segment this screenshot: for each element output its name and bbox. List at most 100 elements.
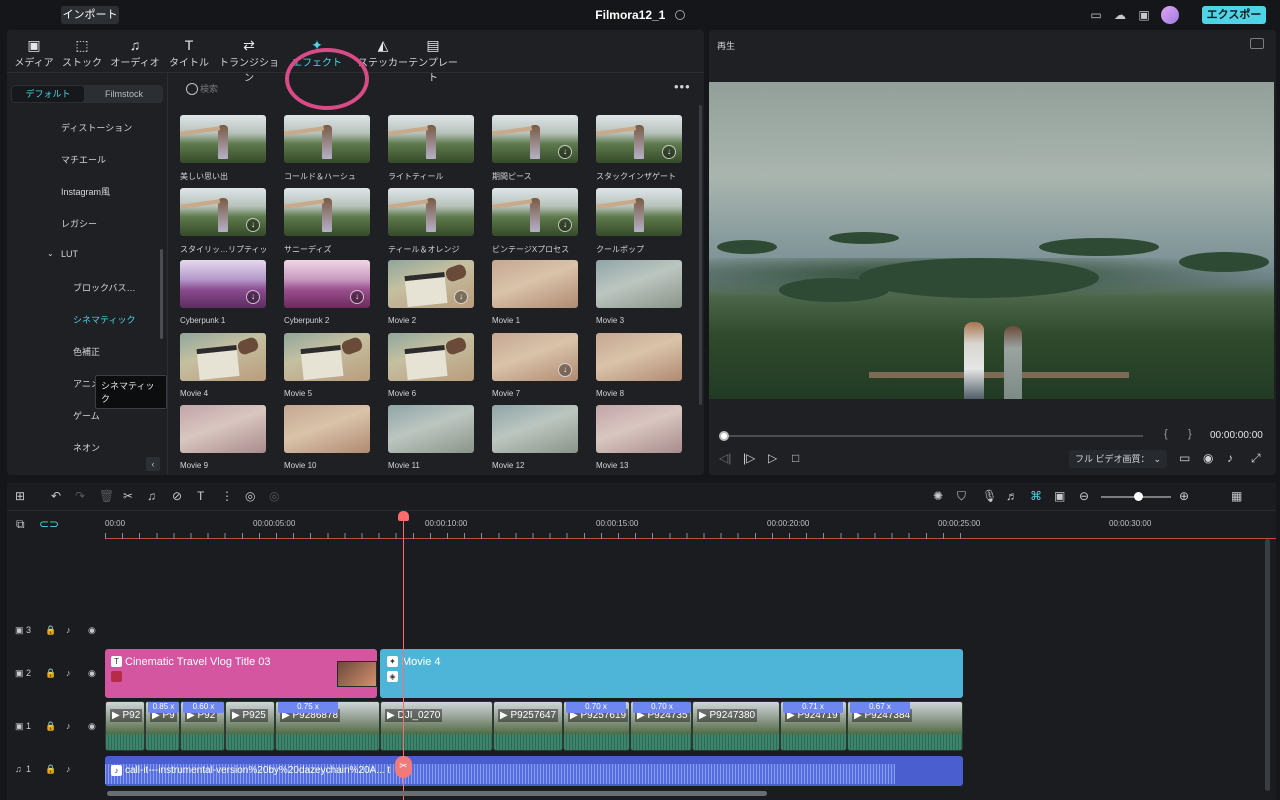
- timeline-horizontal-scrollbar[interactable]: [107, 791, 767, 796]
- category-item[interactable]: マチエール: [61, 153, 106, 166]
- playback-progress-track[interactable]: [723, 435, 1143, 437]
- video-clip[interactable]: ▶ P9286878 0.75 x: [275, 701, 380, 751]
- playhead-handle[interactable]: [398, 511, 409, 521]
- mark-out-button[interactable]: }: [1188, 428, 1192, 440]
- track-view-icon[interactable]: ▦: [1231, 489, 1242, 503]
- effect-card[interactable]: ↓ 期間ピース: [492, 115, 578, 182]
- effect-card[interactable]: ↓ スタイリッ…リプティック: [180, 188, 266, 255]
- undo-icon[interactable]: ↶: [51, 489, 61, 503]
- effect-card[interactable]: Movie 4: [180, 333, 266, 398]
- volume-icon[interactable]: ♪: [66, 721, 71, 731]
- render-icon[interactable]: ✺: [933, 489, 943, 503]
- download-icon[interactable]: ↓: [662, 145, 676, 159]
- effect-card[interactable]: クールポップ: [596, 188, 682, 255]
- volume-icon[interactable]: ♪: [1227, 451, 1233, 465]
- category-scrollbar[interactable]: [160, 249, 163, 339]
- mark-in-button[interactable]: {: [1164, 428, 1168, 440]
- download-icon[interactable]: ↓: [246, 290, 260, 304]
- category-item[interactable]: ディストーション: [61, 121, 132, 134]
- tab-template[interactable]: ▤ テンプレート: [404, 36, 462, 84]
- scope-icon[interactable]: [1250, 38, 1264, 49]
- notification-icon[interactable]: ▣: [1137, 8, 1151, 22]
- volume-icon[interactable]: ♪: [66, 668, 71, 678]
- download-icon[interactable]: ↓: [558, 145, 572, 159]
- tab-title[interactable]: T タイトル: [169, 36, 209, 70]
- layout-icon[interactable]: ▭: [1089, 8, 1103, 22]
- adjust-icon[interactable]: ⋮: [221, 489, 233, 503]
- tab-music-note[interactable]: ♫ オーディオ: [110, 36, 160, 70]
- category-item[interactable]: ブロックバス…: [73, 281, 136, 294]
- tab-stock[interactable]: ⬚ ストック: [62, 36, 102, 70]
- category-item[interactable]: ⌄ LUT: [47, 249, 78, 259]
- grid-layout-icon[interactable]: ⊞: [15, 489, 25, 503]
- effect-card[interactable]: Movie 5: [284, 333, 370, 398]
- effect-card[interactable]: Movie 9: [180, 405, 266, 470]
- redo-icon[interactable]: ↷: [75, 489, 85, 503]
- video-clip[interactable]: ▶ P92 0.60 x: [180, 701, 225, 751]
- title-clip[interactable]: T Cinematic Travel Vlog Title 03: [105, 649, 377, 698]
- project-title[interactable]: Filmora12_1: [560, 8, 720, 22]
- display-icon[interactable]: ▭: [1179, 451, 1190, 465]
- delete-icon[interactable]: 🗑: [99, 489, 114, 503]
- effect-card[interactable]: Movie 8: [596, 333, 682, 398]
- category-item[interactable]: ゲーム: [73, 409, 100, 422]
- effect-card[interactable]: Movie 12: [492, 405, 578, 470]
- tab-sticker[interactable]: ◭ ステッカー: [358, 36, 408, 70]
- effect-card[interactable]: サニーディズ: [284, 188, 370, 255]
- video-clip[interactable]: ▶ P924719 0.71 x: [780, 701, 847, 751]
- effect-card[interactable]: ↓ Movie 2: [388, 260, 474, 325]
- time-ruler[interactable]: 00:00 00:00:05:00 00:00:10:00 00:00:15:00 00…: [105, 511, 1276, 539]
- video-clip[interactable]: ▶ P92: [105, 701, 145, 751]
- effect-card[interactable]: ↓ ビンテージXプロセス: [492, 188, 578, 255]
- download-icon[interactable]: ↓: [454, 290, 468, 304]
- export-button[interactable]: エクスポート: [1202, 6, 1266, 39]
- eye-icon[interactable]: ◉: [88, 668, 96, 679]
- color-icon[interactable]: ◎: [245, 489, 255, 503]
- audio-edit-icon[interactable]: ♫: [147, 489, 156, 503]
- effect-card[interactable]: Movie 6: [388, 333, 474, 398]
- video-clip[interactable]: ▶ P9257619 0.70 x: [563, 701, 630, 751]
- video-clip[interactable]: ▶ P924735 0.70 x: [630, 701, 692, 751]
- effect-card[interactable]: Movie 11: [388, 405, 474, 470]
- effect-card[interactable]: Movie 1: [492, 260, 578, 325]
- add-track-icon[interactable]: ⧉: [16, 517, 25, 532]
- tab-media[interactable]: ▣ メディア: [14, 36, 54, 70]
- snapshot-icon[interactable]: ◉: [1203, 451, 1213, 465]
- video-clip[interactable]: ▶ P925: [225, 701, 275, 751]
- category-item[interactable]: ネオン: [73, 441, 100, 454]
- video-clip[interactable]: ▶ P9 0.85 x: [145, 701, 180, 751]
- eye-icon[interactable]: ◉: [88, 625, 96, 636]
- eye-icon[interactable]: ◉: [88, 721, 96, 732]
- lock-icon[interactable]: 🔒: [45, 625, 56, 636]
- audio-clip[interactable]: ♪ call-it---instrumental-version%20by%20…: [105, 756, 963, 786]
- quality-dropdown[interactable]: フル ビデオ画質： ⌄: [1069, 450, 1167, 468]
- pip-icon[interactable]: ▣: [1054, 489, 1065, 503]
- lock-icon[interactable]: 🔒: [45, 764, 56, 775]
- zoom-in-icon[interactable]: ⊕: [1179, 489, 1189, 503]
- play-icon[interactable]: ▷: [768, 451, 777, 465]
- volume-icon[interactable]: ♪: [66, 764, 71, 774]
- effect-card[interactable]: ↓ スタックインザゲート: [596, 115, 682, 182]
- more-options-icon[interactable]: •••: [674, 79, 691, 94]
- download-icon[interactable]: ↓: [350, 290, 364, 304]
- video-preview[interactable]: [709, 82, 1274, 399]
- effect-card[interactable]: 美しい思い出: [180, 115, 266, 182]
- zoom-out-icon[interactable]: ⊖: [1079, 489, 1089, 503]
- avatar[interactable]: [1161, 6, 1179, 24]
- previous-frame-icon[interactable]: ◁|: [719, 451, 731, 465]
- marker-icon[interactable]: ⛉: [957, 489, 966, 504]
- split-marker-icon[interactable]: ✂: [395, 756, 412, 778]
- fullscreen-icon[interactable]: ⤢: [1251, 451, 1261, 466]
- effect-card[interactable]: ↓ Movie 7: [492, 333, 578, 398]
- voiceover-icon[interactable]: ♬: [1006, 489, 1018, 503]
- collapse-sidebar-button[interactable]: ‹: [146, 457, 160, 471]
- effect-card[interactable]: ティール＆オレンジ: [388, 188, 474, 255]
- download-icon[interactable]: ↓: [558, 218, 572, 232]
- category-item[interactable]: レガシー: [61, 217, 97, 230]
- tab-transition[interactable]: ⇄ トランジション: [216, 36, 282, 84]
- zoom-slider-knob[interactable]: [1134, 492, 1143, 501]
- category-item[interactable]: Instagram風: [61, 185, 110, 198]
- video-clip[interactable]: ▶ DJI_0270: [380, 701, 493, 751]
- text-icon[interactable]: T: [197, 489, 204, 503]
- effect-card[interactable]: ライトティール: [388, 115, 474, 182]
